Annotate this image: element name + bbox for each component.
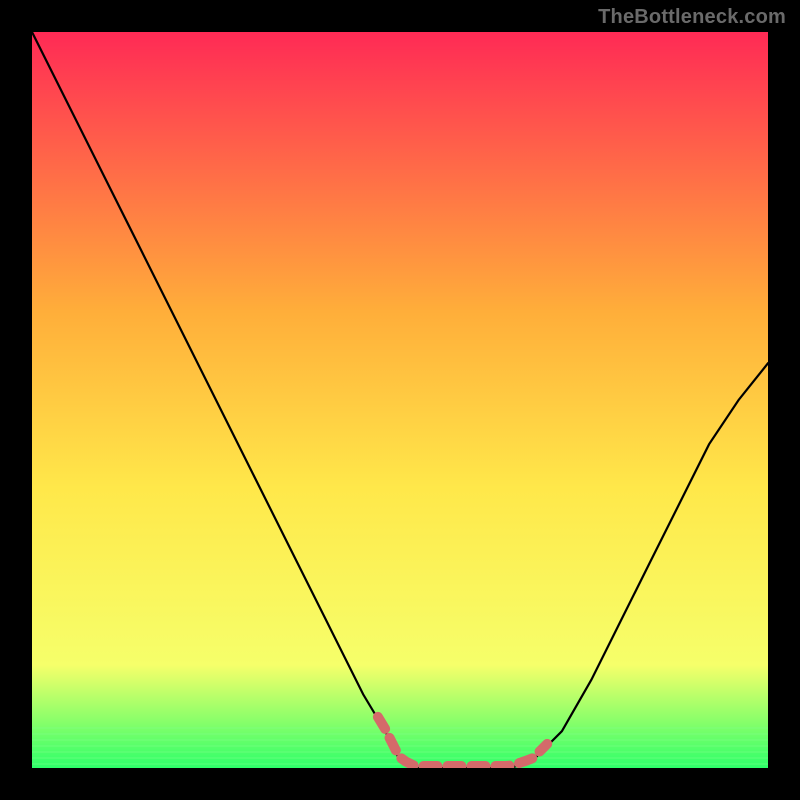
watermark-text: TheBottleneck.com — [598, 6, 786, 29]
gradient-background — [32, 32, 768, 768]
chart-svg — [32, 32, 768, 768]
plot-area — [32, 32, 768, 768]
chart-frame: TheBottleneck.com — [0, 0, 800, 800]
